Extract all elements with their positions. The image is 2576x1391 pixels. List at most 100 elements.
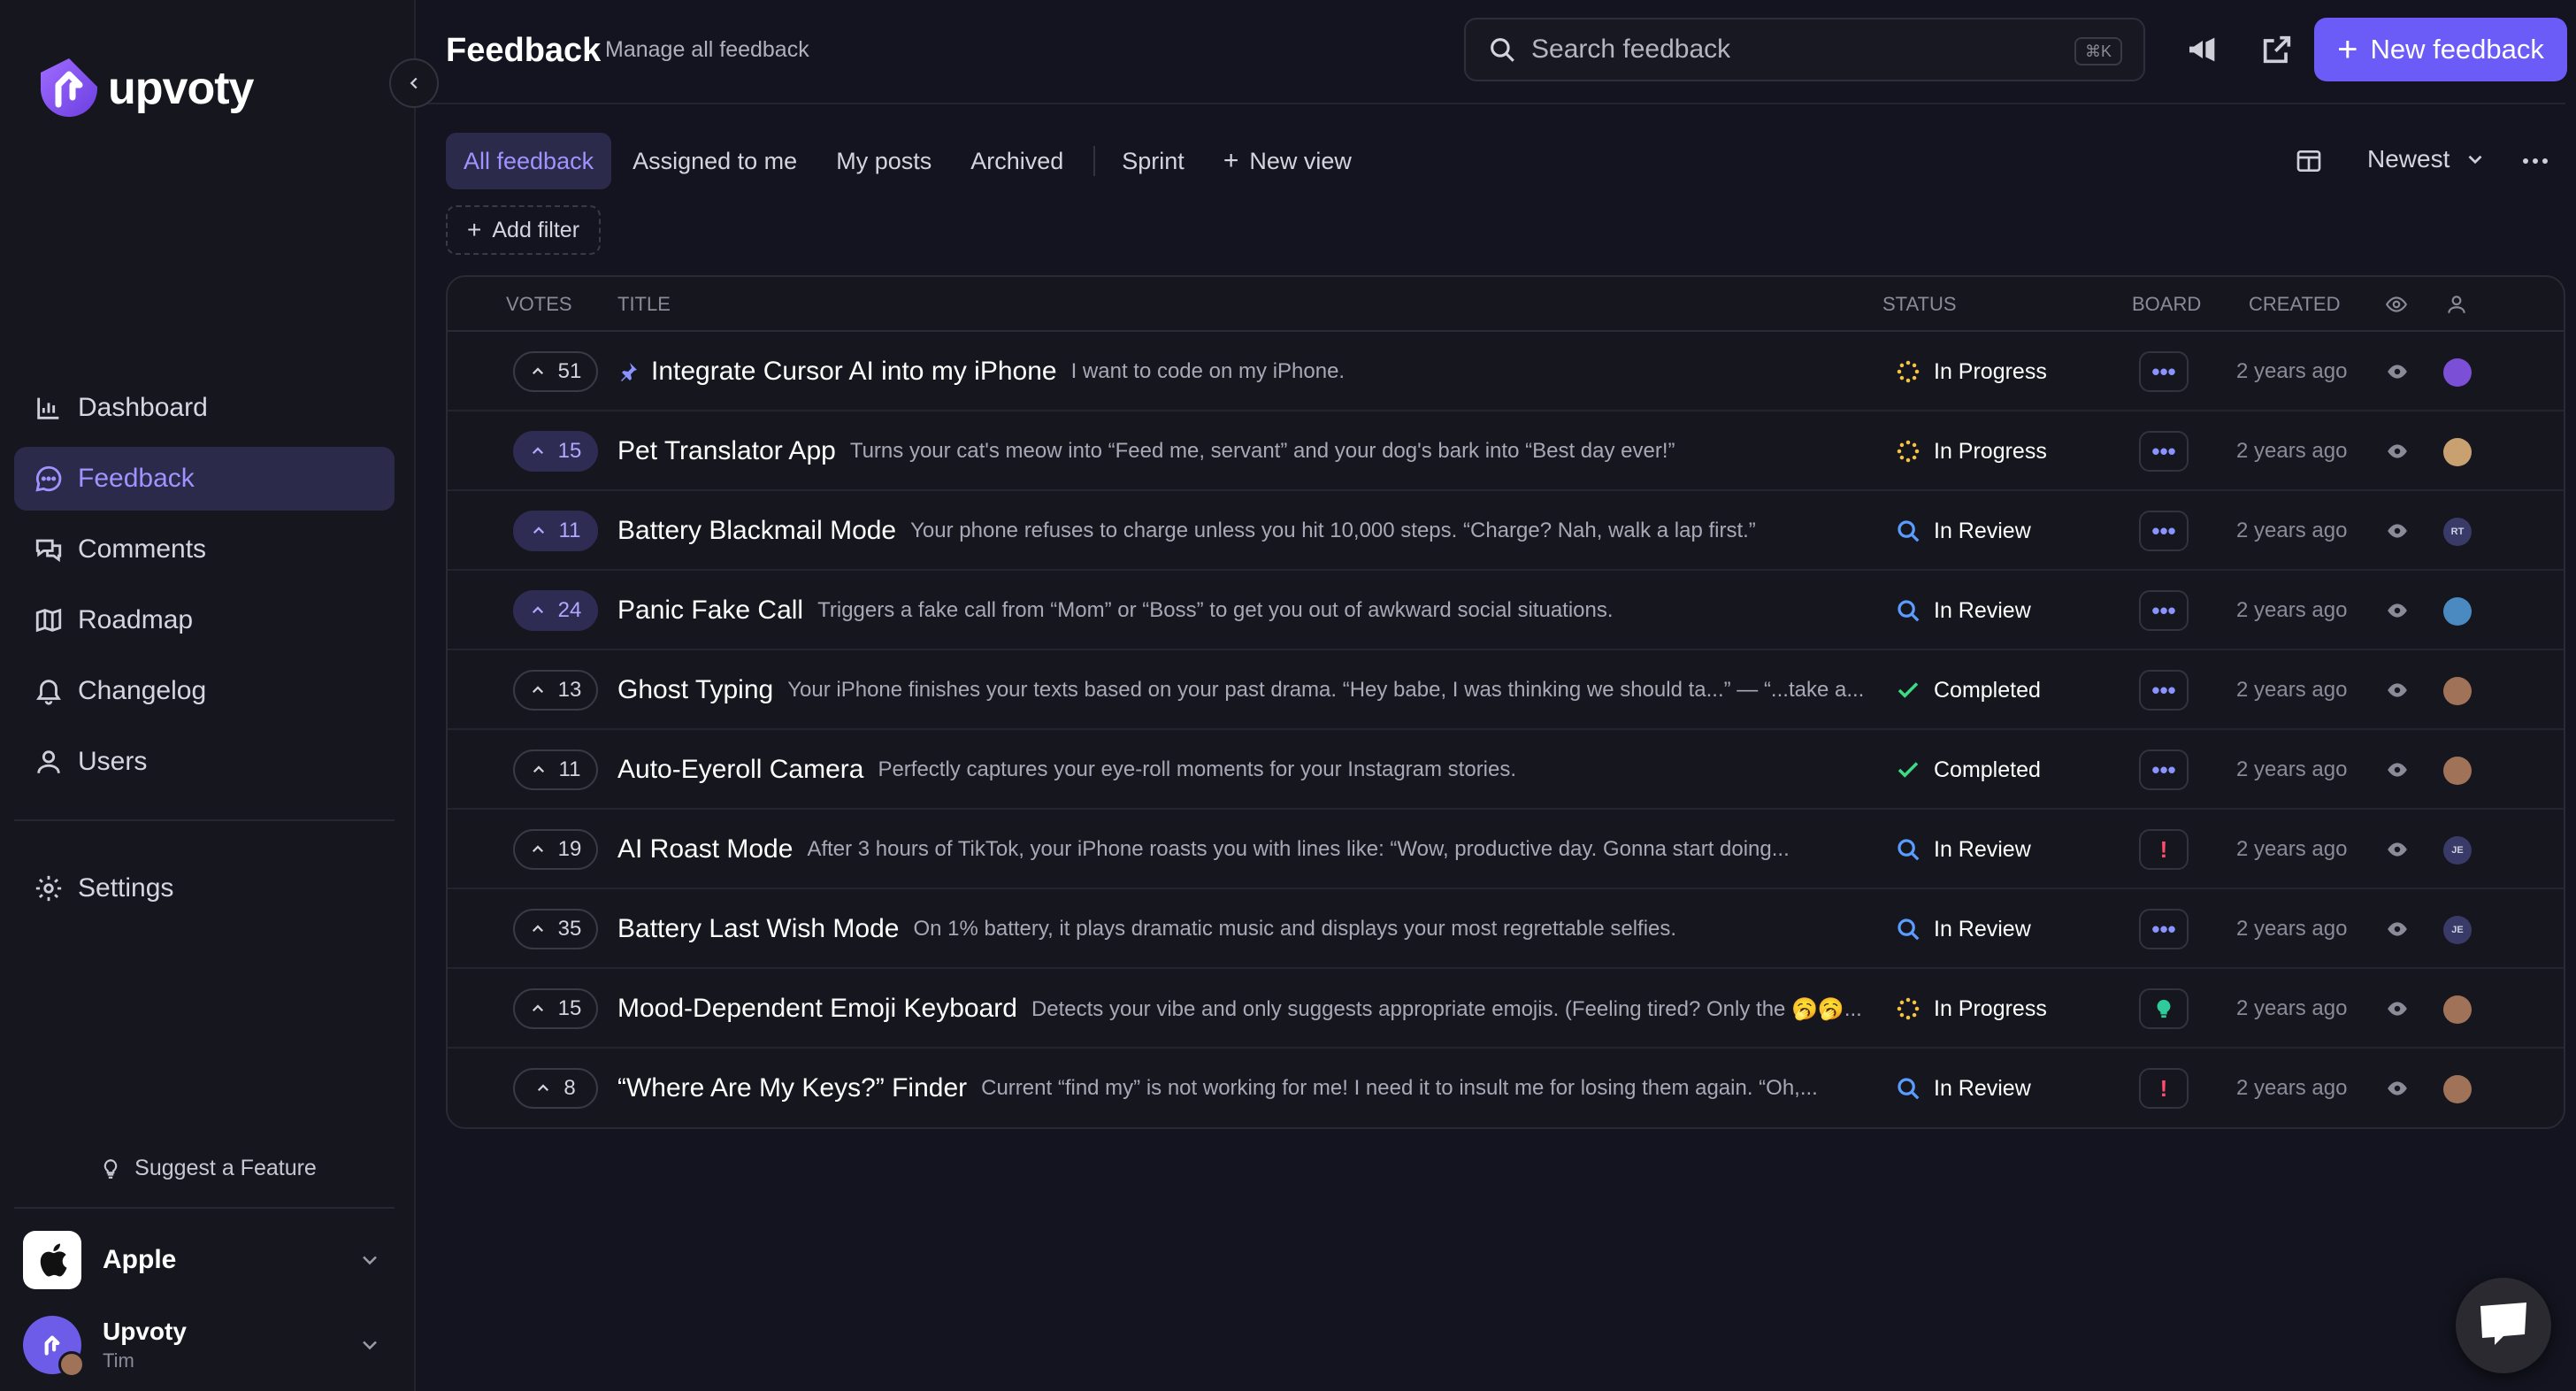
board-button[interactable]: !	[2139, 1068, 2189, 1109]
column-title[interactable]: TITLE	[617, 293, 671, 316]
tab-assigned-to-me[interactable]: Assigned to me	[615, 133, 815, 189]
status-badge[interactable]: In Review	[1895, 571, 2031, 650]
upvote-button[interactable]: 8	[513, 1068, 598, 1109]
nav-item-feedback[interactable]: Feedback	[14, 447, 395, 511]
upvote-button[interactable]: 51	[513, 351, 598, 392]
eye-icon[interactable]	[2385, 997, 2410, 1020]
tab-archived[interactable]: Archived	[953, 133, 1081, 189]
table-row[interactable]: 51 Integrate Cursor AI into my iPhone I wa…	[448, 332, 2564, 411]
eye-icon[interactable]	[2385, 918, 2410, 941]
eye-icon[interactable]	[2385, 440, 2410, 463]
status-badge[interactable]: In Review	[1895, 889, 2031, 969]
board-button[interactable]: !	[2139, 829, 2189, 870]
assignee-avatar[interactable]: JE	[2443, 836, 2472, 865]
eye-icon[interactable]	[2385, 679, 2410, 702]
nav-item-settings[interactable]: Settings	[14, 857, 395, 920]
tab-my-posts[interactable]: My posts	[818, 133, 949, 189]
status-badge[interactable]: In Progress	[1895, 969, 2047, 1049]
assignee-avatar[interactable]	[2443, 995, 2472, 1024]
chat-widget-button[interactable]	[2456, 1278, 2551, 1373]
assignee-avatar[interactable]: RT	[2443, 518, 2472, 546]
table-row[interactable]: 11 Auto-Eyeroll Camera Perfectly captures …	[448, 730, 2564, 810]
board-button[interactable]: •••	[2139, 670, 2189, 711]
upvote-button[interactable]: 19	[513, 829, 598, 870]
suggest-feature-link[interactable]: Suggest a Feature	[0, 1156, 416, 1181]
table-row[interactable]: 15 Mood-Dependent Emoji Keyboard Detects y…	[448, 969, 2564, 1049]
eye-icon[interactable]	[2385, 758, 2410, 781]
eye-icon[interactable]	[2385, 519, 2410, 542]
table-row[interactable]: 8 “Where Are My Keys?” Finder Current “fin…	[448, 1049, 2564, 1127]
title-cell[interactable]: Ghost Typing Your iPhone finishes your te…	[617, 650, 1874, 730]
logo[interactable]: upvoty	[35, 55, 254, 122]
sort-dropdown[interactable]: Newest	[2367, 145, 2487, 173]
assignee-avatar[interactable]: JE	[2443, 916, 2472, 944]
board-button[interactable]: •••	[2139, 909, 2189, 949]
eye-icon[interactable]	[2385, 838, 2410, 861]
more-options-icon[interactable]	[2521, 150, 2549, 172]
upvote-button[interactable]: 11	[513, 749, 598, 790]
title-cell[interactable]: Panic Fake Call Triggers a fake call from…	[617, 571, 1874, 650]
status-badge[interactable]: Completed	[1895, 730, 2041, 810]
title-cell[interactable]: “Where Are My Keys?” Finder Current “find…	[617, 1049, 1874, 1127]
table-row[interactable]: 35 Battery Last Wish Mode On 1% battery, i…	[448, 889, 2564, 969]
search-input[interactable]	[1531, 35, 2027, 65]
workspace-switcher[interactable]: Apple	[23, 1228, 395, 1292]
board-button[interactable]: •••	[2139, 511, 2189, 551]
title-cell[interactable]: Auto-Eyeroll Camera Perfectly captures yo…	[617, 730, 1874, 810]
column-votes[interactable]: VOTES	[506, 293, 572, 316]
assignee-avatar[interactable]	[2443, 1075, 2472, 1103]
upvote-button[interactable]: 35	[513, 909, 598, 949]
board-button[interactable]	[2139, 988, 2189, 1029]
assignee-avatar[interactable]	[2443, 757, 2472, 785]
nav-item-comments[interactable]: Comments	[14, 518, 395, 581]
status-badge[interactable]: In Review	[1895, 1049, 2031, 1127]
nav-item-dashboard[interactable]: Dashboard	[14, 376, 395, 440]
columns-layout-icon[interactable]	[2295, 147, 2323, 175]
table-row[interactable]: 11 Battery Blackmail Mode Your phone refus…	[448, 491, 2564, 571]
title-cell[interactable]: Battery Blackmail Mode Your phone refuses…	[617, 491, 1874, 571]
status-badge[interactable]: In Progress	[1895, 332, 2047, 411]
table-row[interactable]: 13 Ghost Typing Your iPhone finishes your …	[448, 650, 2564, 730]
nav-item-users[interactable]: Users	[14, 730, 395, 794]
status-badge[interactable]: In Progress	[1895, 411, 2047, 491]
upvote-button[interactable]: 11	[513, 511, 598, 551]
status-badge[interactable]: Completed	[1895, 650, 2041, 730]
megaphone-icon[interactable]	[2185, 32, 2220, 67]
assignee-avatar[interactable]	[2443, 597, 2472, 626]
eye-icon[interactable]	[2385, 1077, 2410, 1100]
column-status[interactable]: STATUS	[1882, 293, 1957, 316]
nav-item-roadmap[interactable]: Roadmap	[14, 588, 395, 652]
status-badge[interactable]: In Review	[1895, 810, 2031, 889]
assignee-avatar[interactable]	[2443, 677, 2472, 705]
column-board[interactable]: BOARD	[2132, 293, 2201, 316]
table-row[interactable]: 24 Panic Fake Call Triggers a fake call fr…	[448, 571, 2564, 650]
eye-icon[interactable]	[2385, 599, 2410, 622]
search-box[interactable]: ⌘K	[1464, 18, 2145, 81]
title-cell[interactable]: Integrate Cursor AI into my iPhone I want…	[617, 332, 1874, 411]
upvote-button[interactable]: 13	[513, 670, 598, 711]
upvote-button[interactable]: 15	[513, 988, 598, 1029]
board-button[interactable]: •••	[2139, 749, 2189, 790]
new-feedback-button[interactable]: + New feedback	[2314, 18, 2567, 81]
title-cell[interactable]: Battery Last Wish Mode On 1% battery, it …	[617, 889, 1874, 969]
assignee-avatar[interactable]	[2443, 358, 2472, 387]
title-cell[interactable]: AI Roast Mode After 3 hours of TikTok, yo…	[617, 810, 1874, 889]
tab-new-view[interactable]: + New view	[1206, 133, 1369, 189]
nav-item-changelog[interactable]: Changelog	[14, 659, 395, 723]
tab-all-feedback[interactable]: All feedback	[446, 133, 612, 189]
assignee-avatar[interactable]	[2443, 438, 2472, 466]
board-button[interactable]: •••	[2139, 351, 2189, 392]
status-badge[interactable]: In Review	[1895, 491, 2031, 571]
eye-icon[interactable]	[2385, 293, 2408, 316]
user-menu[interactable]: Upvoty Tim	[23, 1311, 395, 1379]
table-row[interactable]: 15 Pet Translator App Turns your cat's meo…	[448, 411, 2564, 491]
board-button[interactable]: •••	[2139, 431, 2189, 472]
external-link-icon[interactable]	[2259, 32, 2295, 67]
tab-sprint[interactable]: Sprint	[1104, 133, 1202, 189]
table-row[interactable]: 19 AI Roast Mode After 3 hours of TikTok, …	[448, 810, 2564, 889]
title-cell[interactable]: Mood-Dependent Emoji Keyboard Detects you…	[617, 969, 1874, 1049]
collapse-sidebar-button[interactable]	[389, 58, 439, 108]
upvote-button[interactable]: 15	[513, 431, 598, 472]
column-created[interactable]: CREATED	[2249, 293, 2341, 316]
title-cell[interactable]: Pet Translator App Turns your cat's meow …	[617, 411, 1874, 491]
